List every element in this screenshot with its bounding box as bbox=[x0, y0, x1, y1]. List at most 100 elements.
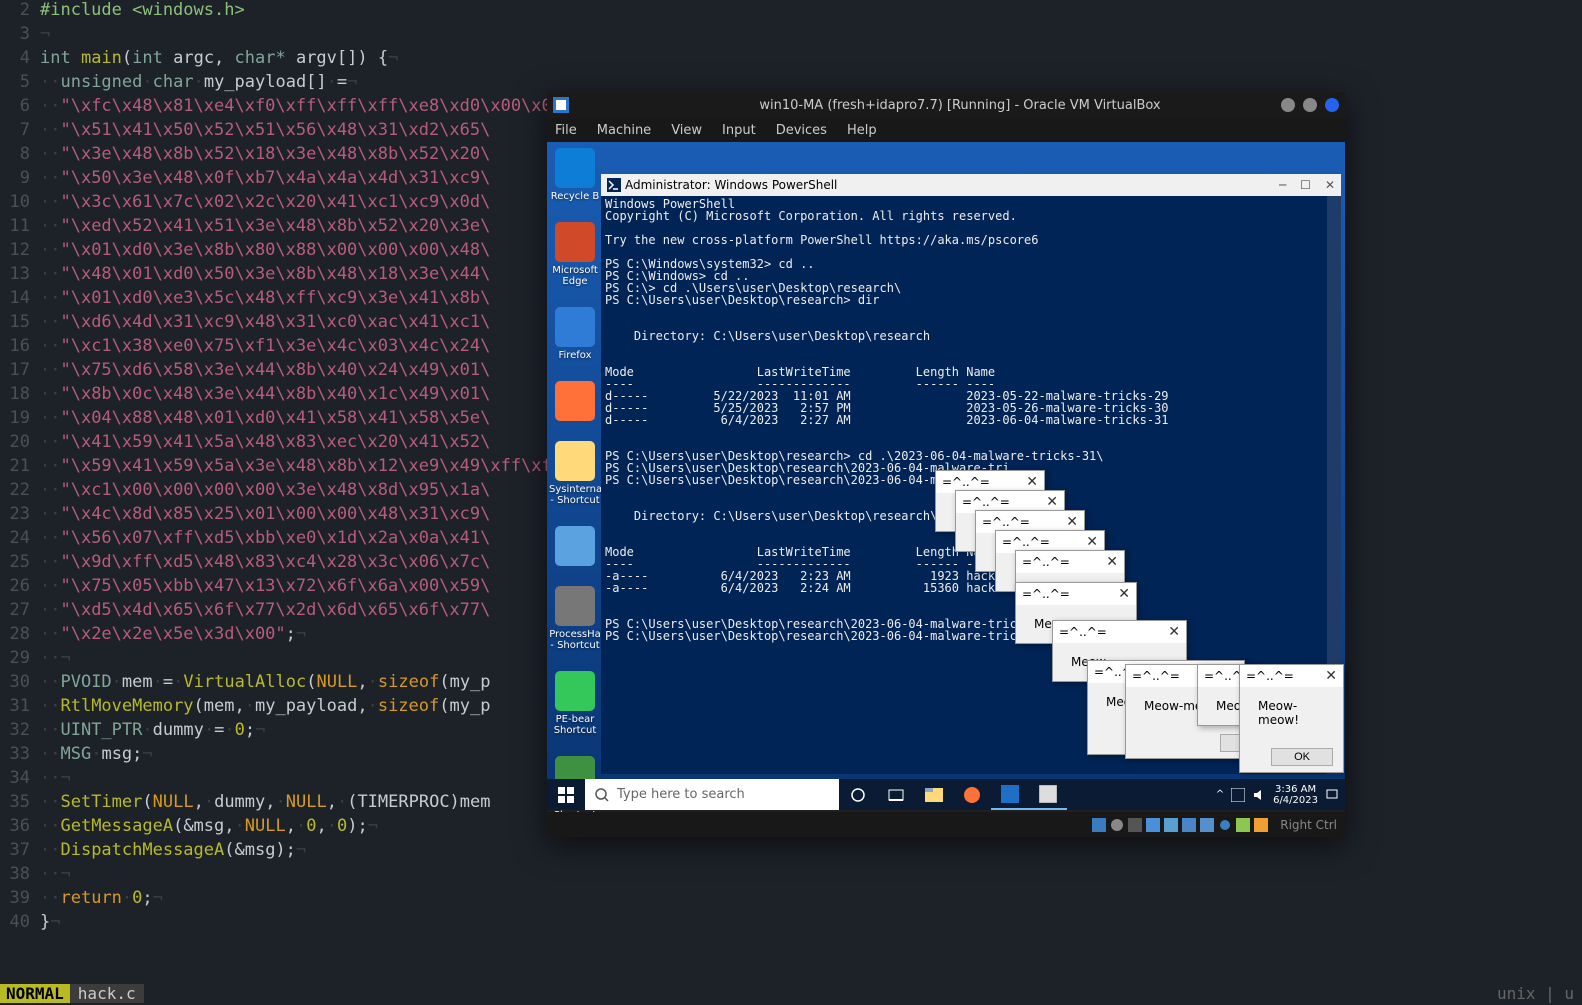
line-number: 14 bbox=[0, 288, 40, 312]
menu-input[interactable]: Input bbox=[722, 123, 756, 138]
code-content[interactable]: ··DispatchMessageA(&msg);¬ bbox=[40, 840, 306, 864]
ps-minimize-button[interactable]: ─ bbox=[1279, 178, 1286, 192]
messagebox-titlebar[interactable]: =^..^=✕ bbox=[1053, 621, 1186, 643]
code-content[interactable]: ··"\xc1\x00\x00\x00\x00\x3e\x48\x8d\x95\… bbox=[40, 480, 490, 504]
desktop-icon[interactable] bbox=[549, 526, 601, 566]
code-content[interactable]: ··GetMessageA(&msg,·NULL,·0,·0);¬ bbox=[40, 816, 378, 840]
code-content[interactable]: ··UINT_PTR·dummy·=·0;¬ bbox=[40, 720, 265, 744]
code-content[interactable]: ··"\x2e\x2e\x5e\x3d\x00";¬ bbox=[40, 624, 306, 648]
tray-up-icon[interactable]: ^ bbox=[1216, 789, 1224, 800]
desktop-icon-image bbox=[555, 526, 595, 566]
tray-notifications-icon[interactable] bbox=[1325, 788, 1339, 802]
messagebox-titlebar[interactable]: =^..^=✕ bbox=[1016, 583, 1136, 605]
code-content[interactable]: ··"\xd5\x4d\x65\x6f\x77\x2d\x6d\x65\x6f\… bbox=[40, 600, 490, 624]
code-content[interactable]: ··"\x3e\x48\x8b\x52\x18\x3e\x48\x8b\x52\… bbox=[40, 144, 490, 168]
code-content[interactable]: ··¬ bbox=[40, 864, 71, 888]
code-content[interactable]: ¬ bbox=[40, 24, 50, 48]
start-button[interactable] bbox=[547, 779, 585, 810]
messagebox-close-button[interactable]: ✕ bbox=[1046, 494, 1058, 510]
editor-filename: hack.c bbox=[70, 984, 144, 1003]
line-number: 33 bbox=[0, 744, 40, 768]
code-content[interactable]: ··"\x9d\xff\xd5\x48\x83\xc4\x28\x3c\x06\… bbox=[40, 552, 490, 576]
code-content[interactable]: ··"\x8b\x0c\x48\x3e\x44\x8b\x40\x1c\x49\… bbox=[40, 384, 490, 408]
desktop-icon[interactable]: Recycle B bbox=[549, 148, 601, 202]
messagebox-title: =^..^= bbox=[1022, 587, 1118, 601]
code-content[interactable]: ··¬ bbox=[40, 648, 71, 672]
taskbar-app-icon[interactable] bbox=[1029, 779, 1067, 810]
menu-help[interactable]: Help bbox=[847, 123, 877, 138]
powershell-titlebar[interactable]: Administrator: Windows PowerShell ─ ☐ ✕ bbox=[601, 174, 1341, 196]
code-content[interactable]: int main(int argc, char* argv[]) {¬ bbox=[40, 48, 398, 72]
vm-desktop[interactable]: Recycle B Microsoft Edge Firefox Sysinterna… bbox=[547, 142, 1345, 779]
code-content[interactable]: ··"\x56\x07\xff\xd5\xbb\xe0\x1d\x2a\x0a\… bbox=[40, 528, 490, 552]
taskbar-search[interactable]: Type here to search bbox=[585, 779, 839, 810]
code-content[interactable]: ··MSG·msg;¬ bbox=[40, 744, 153, 768]
messagebox-close-button[interactable]: ✕ bbox=[1026, 474, 1038, 490]
code-content[interactable]: ··PVOID·mem·=·VirtualAlloc(NULL,·sizeof(… bbox=[40, 672, 491, 696]
vbox-close-button[interactable] bbox=[1325, 98, 1339, 112]
taskbar-clock[interactable]: 3:36 AM 6/4/2023 bbox=[1273, 784, 1318, 806]
code-content[interactable]: ··"\x51\x41\x50\x52\x51\x56\x48\x31\xd2\… bbox=[40, 120, 490, 144]
code-content[interactable]: ··return·0;¬ bbox=[40, 888, 163, 912]
messagebox-close-button[interactable]: ✕ bbox=[1066, 514, 1078, 530]
line-number: 19 bbox=[0, 408, 40, 432]
code-content[interactable]: ··"\x41\x59\x41\x5a\x48\x83\xec\x20\x41\… bbox=[40, 432, 490, 456]
messagebox-ok-button[interactable]: OK bbox=[1271, 748, 1333, 766]
desktop-icon[interactable]: ProcessHa - Shortcut bbox=[549, 586, 601, 651]
code-content[interactable]: ··¬ bbox=[40, 768, 71, 792]
code-content[interactable]: ··unsigned·char·my_payload[]·=¬ bbox=[40, 72, 357, 96]
messagebox-title: =^..^= bbox=[1022, 555, 1106, 569]
code-content[interactable]: ··"\x4c\x8d\x85\x25\x01\x00\x00\x48\x31\… bbox=[40, 504, 490, 528]
code-content[interactable]: ··"\xc1\x38\xe0\x75\xf1\x3e\x4c\x03\x4c\… bbox=[40, 336, 490, 360]
menu-view[interactable]: View bbox=[671, 123, 702, 138]
line-number: 3 bbox=[0, 24, 40, 48]
code-content[interactable]: ··"\x59\x41\x59\x5a\x3e\x48\x8b\x12\xe9\… bbox=[40, 456, 572, 480]
code-content[interactable]: ··SetTimer(NULL,·dummy,·NULL,·(TIMERPROC… bbox=[40, 792, 491, 816]
menu-file[interactable]: File bbox=[555, 123, 577, 138]
powershell-output[interactable]: Windows PowerShell Copyright (C) Microso… bbox=[601, 196, 1341, 644]
code-content[interactable]: ··RtlMoveMemory(mem,·my_payload,·sizeof(… bbox=[40, 696, 490, 720]
code-content[interactable]: ··"\x48\x01\xd0\x50\x3e\x8b\x48\x18\x3e\… bbox=[40, 264, 490, 288]
messagebox-close-button[interactable]: ✕ bbox=[1118, 586, 1130, 602]
taskbar-firefox-icon[interactable] bbox=[953, 779, 991, 810]
tray-volume-icon[interactable] bbox=[1252, 788, 1266, 802]
taskbar-explorer-icon[interactable] bbox=[915, 779, 953, 810]
code-content[interactable]: ··"\x04\x88\x48\x01\xd0\x41\x58\x41\x58\… bbox=[40, 408, 490, 432]
code-content[interactable]: }¬ bbox=[40, 912, 61, 936]
status-shared-icon bbox=[1182, 818, 1196, 832]
code-content[interactable]: ··"\x3c\x61\x7c\x02\x2c\x20\x41\xc1\xc9\… bbox=[40, 192, 490, 216]
menu-machine[interactable]: Machine bbox=[597, 123, 651, 138]
menu-devices[interactable]: Devices bbox=[776, 123, 827, 138]
messagebox-title: =^..^= bbox=[962, 495, 1046, 509]
desktop-icon[interactable]: PE-bear Shortcut bbox=[549, 671, 601, 736]
desktop-icon[interactable]: Sysinterna - Shortcut bbox=[549, 441, 601, 506]
code-content[interactable]: ··"\x75\x05\xbb\x47\x13\x72\x6f\x6a\x00\… bbox=[40, 576, 490, 600]
code-content[interactable]: ··"\x01\xd0\x3e\x8b\x80\x88\x00\x00\x00\… bbox=[40, 240, 490, 264]
messagebox-titlebar[interactable]: =^..^=✕ bbox=[1240, 665, 1343, 687]
desktop-icon[interactable]: Microsoft Edge bbox=[549, 222, 601, 287]
desktop-icon[interactable] bbox=[549, 381, 601, 421]
code-content[interactable]: ··"\x01\xd0\xe3\x5c\x48\xff\xc9\x3e\x41\… bbox=[40, 288, 490, 312]
messagebox[interactable]: =^..^=✕Meow-meow!OK bbox=[1239, 664, 1344, 773]
code-content[interactable]: ··"\x50\x3e\x48\x0f\xb7\x4a\x4a\x4d\x31\… bbox=[40, 168, 490, 192]
desktop-icon[interactable]: Firefox bbox=[549, 307, 601, 361]
vbox-maximize-button[interactable] bbox=[1303, 98, 1317, 112]
messagebox-close-button[interactable]: ✕ bbox=[1086, 534, 1098, 550]
messagebox-close-button[interactable]: ✕ bbox=[1325, 668, 1337, 684]
messagebox-close-button[interactable]: ✕ bbox=[1168, 624, 1180, 640]
messagebox-close-button[interactable]: ✕ bbox=[1106, 554, 1118, 570]
ps-maximize-button[interactable]: ☐ bbox=[1300, 178, 1311, 192]
code-content[interactable]: ··"\xed\x52\x41\x51\x3e\x48\x8b\x52\x20\… bbox=[40, 216, 490, 240]
code-content[interactable]: ··"\x75\xd6\x58\x3e\x44\x8b\x40\x24\x49\… bbox=[40, 360, 490, 384]
taskbar-taskview-icon[interactable] bbox=[877, 779, 915, 810]
ps-close-button[interactable]: ✕ bbox=[1325, 178, 1335, 192]
vbox-minimize-button[interactable] bbox=[1281, 98, 1295, 112]
taskbar-cortana-icon[interactable] bbox=[839, 779, 877, 810]
tray-network-icon[interactable] bbox=[1231, 788, 1245, 802]
messagebox-titlebar[interactable]: =^..^=✕ bbox=[1016, 551, 1124, 573]
line-number: 31 bbox=[0, 696, 40, 720]
vbox-titlebar[interactable]: win10-MA (fresh+idapro7.7) [Running] - O… bbox=[547, 92, 1345, 118]
code-content[interactable]: #include <windows.h> bbox=[40, 0, 245, 24]
taskbar-powershell-icon[interactable] bbox=[991, 779, 1029, 810]
code-content[interactable]: ··"\xd6\x4d\x31\xc9\x48\x31\xc0\xac\x41\… bbox=[40, 312, 490, 336]
